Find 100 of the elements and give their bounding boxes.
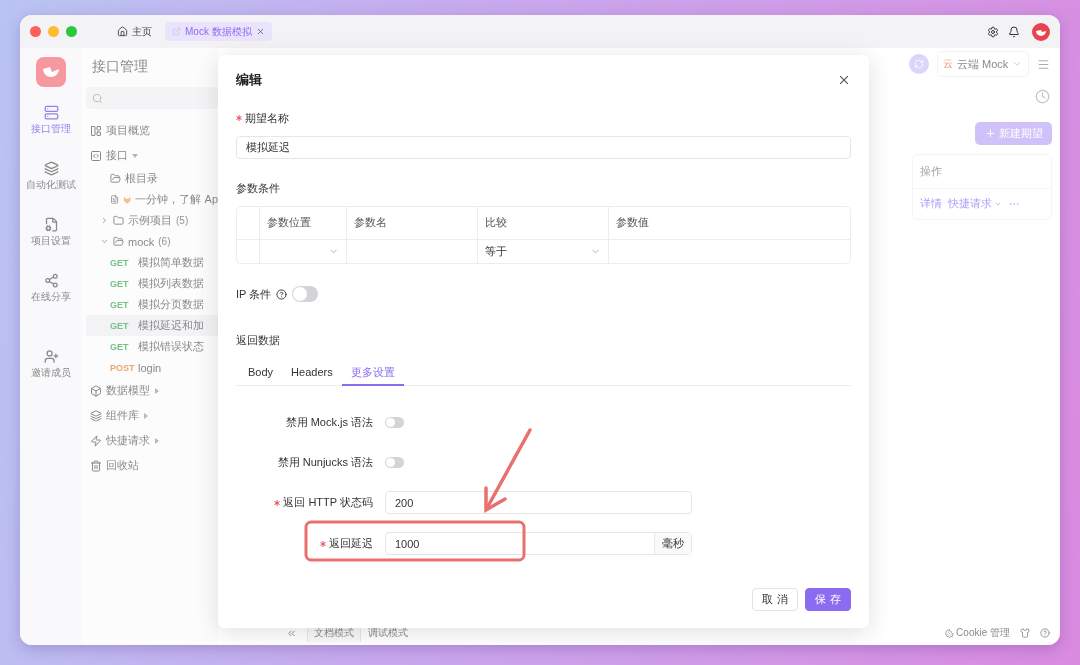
tab[interactable]: Body [239, 360, 283, 386]
panel-title: 接口管理 [91, 58, 149, 76]
nav-item[interactable]: 邀请成员 [31, 349, 71, 393]
folder-icon [110, 173, 121, 184]
nav-item[interactable]: 项目设置 [31, 217, 71, 261]
tree-item[interactable]: 示例项目 (5) [86, 210, 218, 231]
tree-item[interactable]: 回收站 [86, 453, 218, 478]
method-label: GET [110, 341, 130, 352]
nav-label: 邀请成员 [31, 367, 71, 380]
tree-item[interactable]: GET 模拟列表数据 [86, 273, 218, 294]
help-icon [276, 288, 288, 300]
nav-item[interactable]: 在线分享 [31, 273, 71, 317]
section-icon [90, 384, 102, 397]
tree-item-label: 根目录 [125, 171, 158, 186]
bell-icon[interactable] [1008, 25, 1020, 38]
tree-item-label: 项目概览 [106, 123, 150, 138]
tree-item-label: 接口 [106, 148, 128, 163]
shirt-icon[interactable] [1020, 628, 1030, 638]
dialog-title: 编辑 [236, 71, 262, 89]
tree-item[interactable]: GET 模拟延迟和加 [86, 315, 218, 336]
window-tab[interactable]: 主页 [110, 22, 159, 41]
tree-item[interactable]: 一分钟，了解 Ap [86, 189, 218, 210]
method-label: GET [110, 278, 130, 289]
tree-item[interactable]: GET 模拟错误状态 [86, 336, 218, 357]
tree-item[interactable]: mock (6) [86, 231, 218, 252]
sync-button[interactable] [909, 54, 929, 74]
nav-label: 项目设置 [31, 235, 71, 248]
tree-item-label: mock [128, 235, 155, 248]
input-field[interactable]: 1000 毫秒 [385, 532, 692, 555]
nav-item[interactable]: 自动化测试 [26, 161, 76, 205]
input-field[interactable]: 200 [385, 491, 692, 514]
section-icon [90, 124, 102, 137]
help-icon[interactable] [1040, 628, 1050, 638]
close-icon[interactable] [255, 27, 265, 36]
tab[interactable]: Headers [282, 360, 342, 386]
item-count: (5) [176, 215, 189, 226]
minimize-window-button[interactable] [48, 26, 59, 37]
zoom-window-button[interactable] [66, 26, 77, 37]
home-icon [117, 26, 128, 37]
chevron-down-icon [994, 200, 1002, 208]
nav-icon [43, 105, 59, 120]
user-avatar[interactable] [1032, 22, 1050, 41]
tree-item[interactable]: 快捷请求 [86, 428, 218, 453]
section-icon [90, 409, 102, 422]
tree-item[interactable]: 数据模型 [86, 378, 218, 403]
trash-icon [90, 459, 102, 472]
item-count: (6) [158, 236, 171, 247]
action-link[interactable]: 详情 [920, 197, 942, 211]
tree-item[interactable]: GET 模拟简单数据 [86, 252, 218, 273]
setting-label: 禁用 Nunjucks 语法 [276, 454, 373, 470]
column-header: 比较 [477, 207, 608, 240]
cookie-link[interactable]: Cookie 管理 [956, 626, 1010, 640]
save-button[interactable]: 保 存 [805, 588, 851, 611]
folder-icon [113, 236, 124, 247]
tree-item-label: 模拟分页数据 [138, 297, 204, 312]
app-logo [36, 57, 66, 87]
tab-label: 主页 [132, 24, 152, 39]
tree-item-label: 模拟列表数据 [138, 276, 204, 291]
settings-icon[interactable] [987, 25, 999, 38]
toggle-switch[interactable] [385, 456, 404, 468]
search-icon [92, 92, 103, 104]
cancel-button[interactable]: 取 消 [752, 588, 798, 611]
source-label: 云端 Mock [957, 56, 1009, 72]
unit-addon: 毫秒 [654, 533, 691, 554]
tab-label: Mock 数据模拟 [185, 24, 252, 39]
nav-item[interactable]: 接口管理 [31, 105, 71, 149]
method-label: POST [110, 362, 134, 373]
fox-icon [123, 194, 132, 205]
nav-label: 在线分享 [31, 291, 71, 304]
tree-item-label: 回收站 [106, 458, 139, 473]
select-field[interactable]: 等于 [477, 240, 608, 263]
window-tab[interactable]: Mock 数据模拟 [165, 22, 272, 41]
tree-item[interactable]: 项目概览 [86, 118, 218, 143]
tree-item[interactable]: 组件库 [86, 403, 218, 428]
column-header: 参数名 [346, 207, 477, 240]
folder-icon [113, 215, 124, 226]
action-link[interactable]: 快捷请求 [948, 197, 1002, 211]
tree-item-label: 组件库 [106, 408, 139, 423]
tab[interactable]: 更多设置 [341, 360, 404, 386]
menu-icon[interactable] [1037, 57, 1050, 71]
search-field[interactable] [86, 87, 218, 109]
ip-label: IP 条件 [236, 286, 272, 302]
toggle-switch[interactable] [385, 416, 404, 428]
page-icon [172, 27, 181, 36]
tree-item[interactable]: 根目录 [86, 168, 218, 189]
tree-item[interactable]: 接口 [86, 143, 218, 168]
method-label: GET [110, 299, 130, 310]
section-label: 参数条件 [236, 180, 281, 196]
tree-item[interactable]: POST login [86, 357, 218, 378]
toggle-switch[interactable] [292, 286, 319, 302]
close-window-button[interactable] [30, 26, 41, 37]
name-input[interactable]: 模拟延迟 [236, 136, 851, 159]
mode-tab[interactable]: 调试模式 [361, 624, 415, 642]
section-label: 返回数据 [236, 332, 281, 348]
tree-item-label: 快捷请求 [106, 433, 150, 448]
source-select[interactable]: 云 云端 Mock [937, 51, 1029, 77]
plus-icon [984, 128, 996, 139]
close-icon[interactable] [837, 73, 851, 87]
tree-item[interactable]: GET 模拟分页数据 [86, 294, 218, 315]
history-icon[interactable] [1035, 89, 1050, 104]
